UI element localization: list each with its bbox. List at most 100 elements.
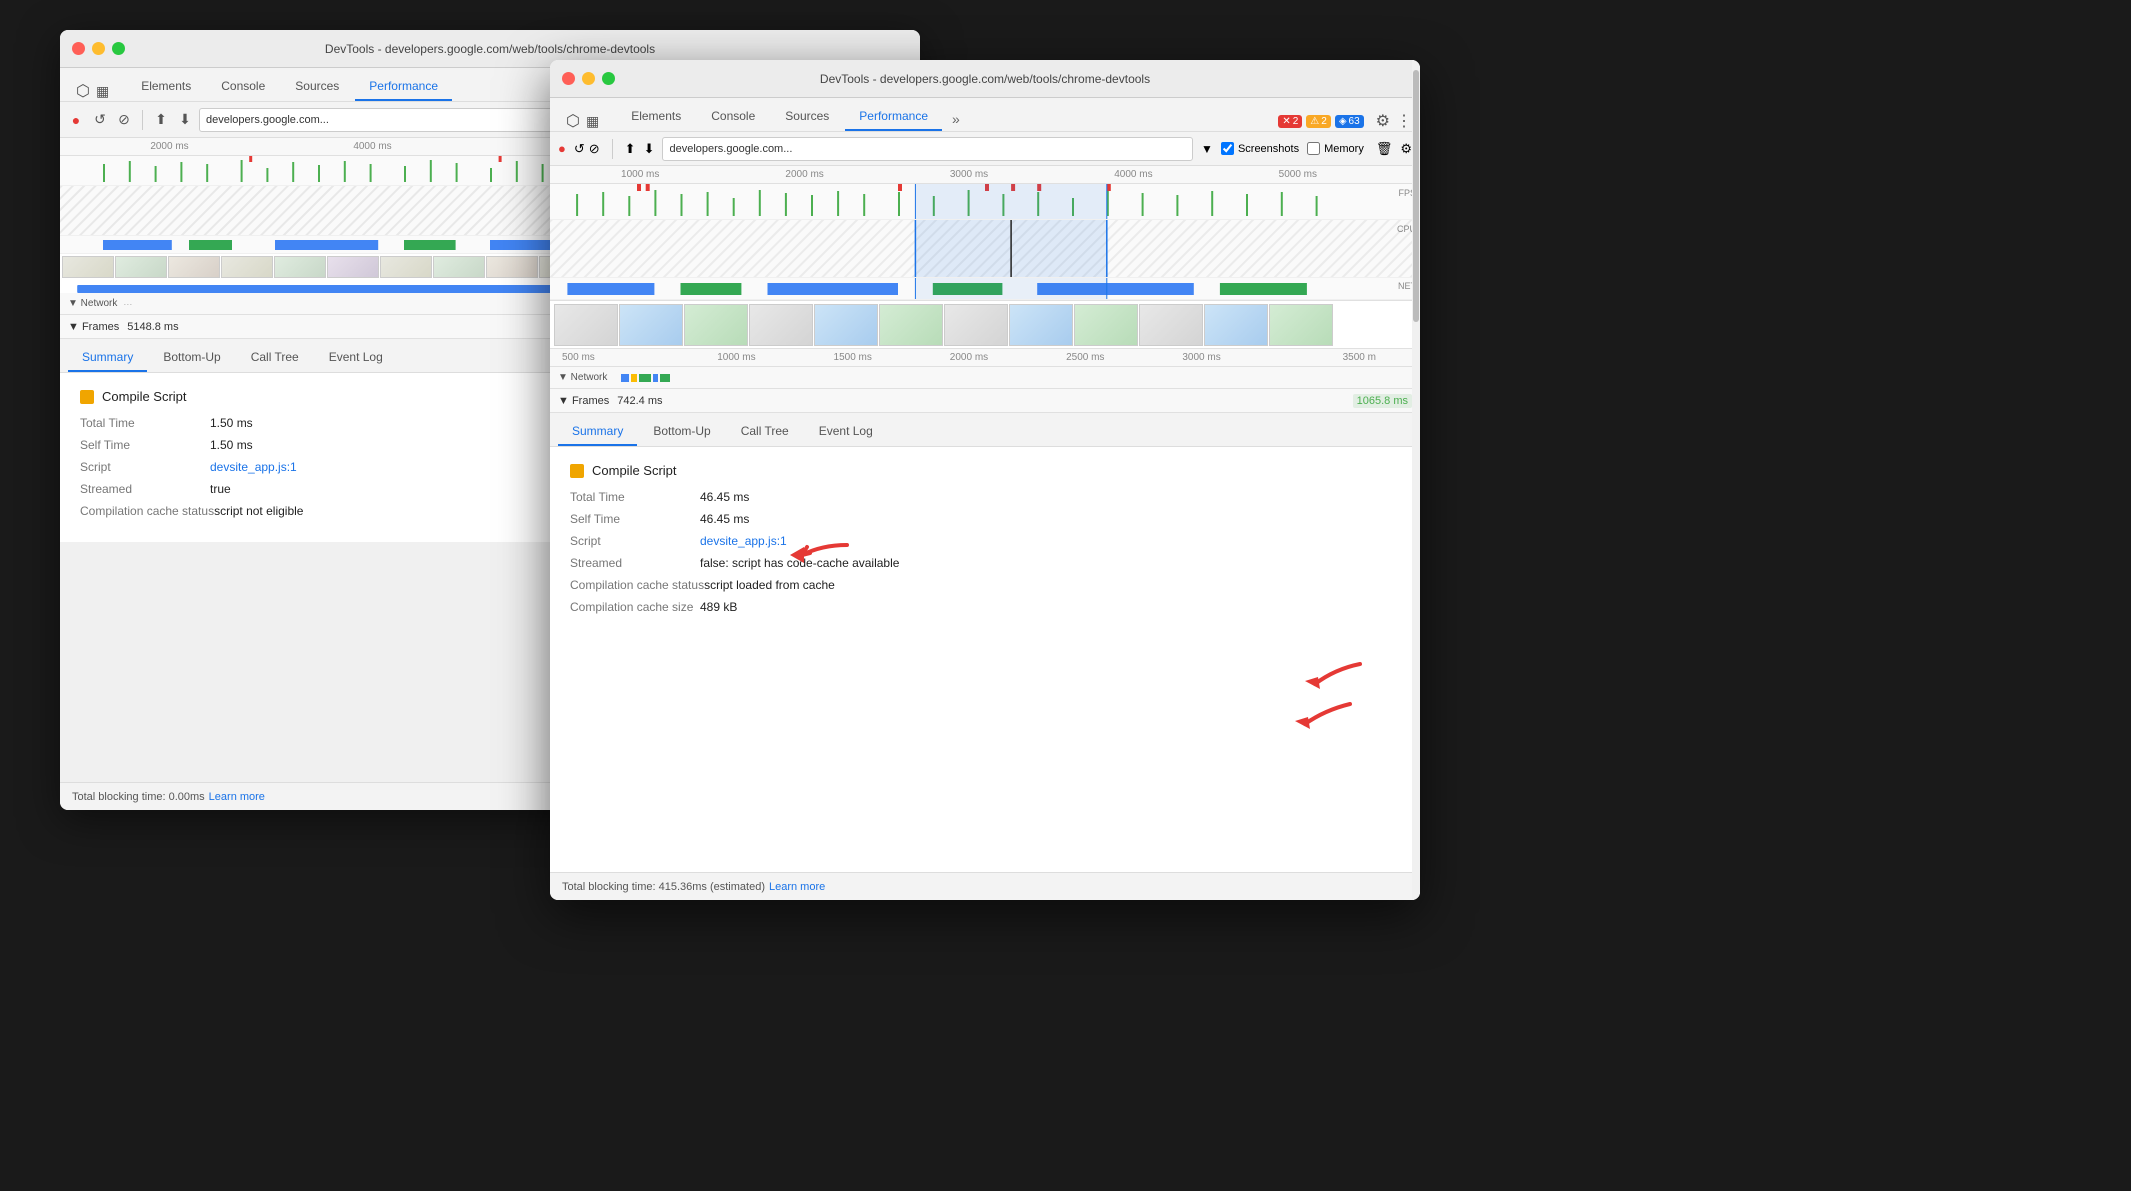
screenshot-11 (1204, 304, 1268, 346)
front-blocking-text: Total blocking time: 415.36ms (estimated… (562, 881, 765, 893)
tab-sources[interactable]: Sources (281, 73, 353, 101)
screenshots-control: Screenshots (1221, 142, 1299, 155)
front-screenshots-row (550, 301, 1420, 349)
front-status-bar: Total blocking time: 415.36ms (estimated… (550, 872, 1420, 900)
front-reload-icon[interactable]: ↺ (574, 141, 585, 157)
window-controls[interactable] (72, 42, 125, 55)
back-label-total: Total Time (80, 416, 210, 430)
red-icon: ✕ (1282, 116, 1290, 127)
front-scrollbar[interactable] (1412, 60, 1420, 900)
front-value-total: 46.45 ms (700, 490, 749, 504)
front-trash-icon[interactable]: 🗑 (1376, 141, 1393, 157)
front-label-cache-size: Compilation cache size (570, 600, 700, 614)
front-tab-eventlog[interactable]: Event Log (805, 418, 887, 446)
clear-icon[interactable]: ⊘ (114, 110, 134, 130)
front-nav-tabs: ⬡ ▦ Elements Console Sources Performance… (550, 98, 1420, 132)
front-network-label: ▼ Network (558, 372, 607, 383)
back-tab-calltree[interactable]: Call Tree (237, 344, 313, 372)
front-tab-performance[interactable]: Performance (845, 103, 942, 131)
front-value-cache-size: 489 kB (700, 600, 737, 614)
front-network-row: ▼ Network (550, 367, 1420, 389)
front-record-icon[interactable]: ● (558, 141, 566, 156)
front-tab-summary[interactable]: Summary (558, 418, 637, 446)
front-more-tabs[interactable]: » (944, 107, 968, 131)
front-download-icon[interactable]: ⬇ (644, 141, 655, 157)
net-bar-2 (631, 374, 637, 382)
tab-elements[interactable]: Elements (127, 73, 205, 101)
maximize-button[interactable] (112, 42, 125, 55)
back-tab-eventlog[interactable]: Event Log (315, 344, 397, 372)
front-value-self: 46.45 ms (700, 512, 749, 526)
back-value-total: 1.50 ms (210, 416, 253, 430)
front-tab-bottomup[interactable]: Bottom-Up (639, 418, 724, 446)
front-url-input[interactable] (662, 137, 1193, 161)
front-row-cache-size: Compilation cache size 489 kB (570, 600, 1400, 614)
front-sidebar-icon[interactable]: ▦ (586, 113, 599, 130)
download-icon[interactable]: ⬇ (175, 110, 195, 130)
front-clear-icon[interactable]: ⊘ (589, 141, 600, 157)
front-tab-console[interactable]: Console (697, 103, 769, 131)
screenshots-checkbox[interactable] (1221, 142, 1234, 155)
back-blocking-text: Total blocking time: 0.00ms (72, 791, 205, 803)
back-link-script[interactable]: devsite_app.js:1 (210, 460, 297, 474)
back-tab-bottomup[interactable]: Bottom-Up (149, 344, 234, 372)
reload-icon[interactable]: ↺ (90, 110, 110, 130)
scrollbar-thumb[interactable] (1413, 70, 1419, 322)
frames-time-front2: 1065.8 ms (1353, 394, 1412, 408)
tab-console[interactable]: Console (207, 73, 279, 101)
ruler-front-1000: 1000 ms (558, 169, 722, 180)
front-label-script: Script (570, 534, 700, 548)
back-tab-summary[interactable]: Summary (68, 344, 147, 372)
front-ruler: 1000 ms 2000 ms 3000 ms 4000 ms 5000 ms (550, 166, 1420, 184)
minimize-button[interactable] (92, 42, 105, 55)
ruler2-3000: 3000 ms (1143, 352, 1259, 363)
front-learn-more[interactable]: Learn more (769, 881, 825, 893)
front-title-bar: DevTools - developers.google.com/web/too… (550, 60, 1420, 98)
front-window: DevTools - developers.google.com/web/too… (550, 60, 1420, 900)
badge-red: ✕ 2 (1278, 115, 1302, 128)
front-upload-icon[interactable]: ⬆ (625, 141, 636, 157)
back-value-streamed: true (210, 482, 231, 496)
front-tab-calltree[interactable]: Call Tree (727, 418, 803, 446)
ruler-4000: 4000 ms (271, 141, 474, 152)
front-frames-bar: ▼ Frames 742.4 ms 1065.8 ms (550, 389, 1420, 413)
divider (142, 110, 143, 130)
front-tab-sources[interactable]: Sources (771, 103, 843, 131)
memory-label: Memory (1324, 143, 1364, 155)
more-icon[interactable]: ⋮ (1396, 111, 1412, 131)
memory-checkbox[interactable] (1307, 142, 1320, 155)
front-label-streamed: Streamed (570, 556, 700, 570)
front-window-controls[interactable] (562, 72, 615, 85)
front-compile-header: Compile Script (570, 463, 1400, 478)
front-settings-icon[interactable]: ⚙ (1400, 141, 1412, 157)
front-close-button[interactable] (562, 72, 575, 85)
front-row-total: Total Time 46.45 ms (570, 490, 1400, 504)
front-url-arrow[interactable]: ▼ (1201, 142, 1213, 156)
front-row-self: Self Time 46.45 ms (570, 512, 1400, 526)
front-tab-elements[interactable]: Elements (617, 103, 695, 131)
back-learn-more[interactable]: Learn more (209, 791, 265, 803)
settings-icon[interactable]: ⚙ (1376, 111, 1390, 131)
tab-performance[interactable]: Performance (355, 73, 452, 101)
front-ruler2: 500 ms 1000 ms 1500 ms 2000 ms 2500 ms 3… (550, 349, 1420, 367)
badge-blue: ◈ 63 (1335, 115, 1364, 128)
screenshot-12 (1269, 304, 1333, 346)
upload-icon[interactable]: ⬆ (151, 110, 171, 130)
front-link-script[interactable]: devsite_app.js:1 (700, 534, 787, 548)
badge-yellow: ⚠ 2 (1306, 115, 1331, 128)
close-button[interactable] (72, 42, 85, 55)
front-pointer-icon[interactable]: ⬡ (566, 111, 580, 131)
back-compile-title: Compile Script (102, 389, 187, 404)
pointer-icon[interactable]: ⬡ (76, 81, 90, 101)
front-label-self: Self Time (570, 512, 700, 526)
ruler2-500: 500 ms (558, 352, 678, 363)
front-maximize-button[interactable] (602, 72, 615, 85)
screenshot-5 (814, 304, 878, 346)
sidebar-icon[interactable]: ▦ (96, 83, 109, 100)
network-label: ▼ Network (68, 298, 117, 309)
screenshot-3 (684, 304, 748, 346)
front-minimize-button[interactable] (582, 72, 595, 85)
record-icon[interactable]: ● (66, 110, 86, 130)
front-window-title: DevTools - developers.google.com/web/too… (820, 72, 1150, 86)
ruler-front-5000: 5000 ms (1216, 169, 1380, 180)
